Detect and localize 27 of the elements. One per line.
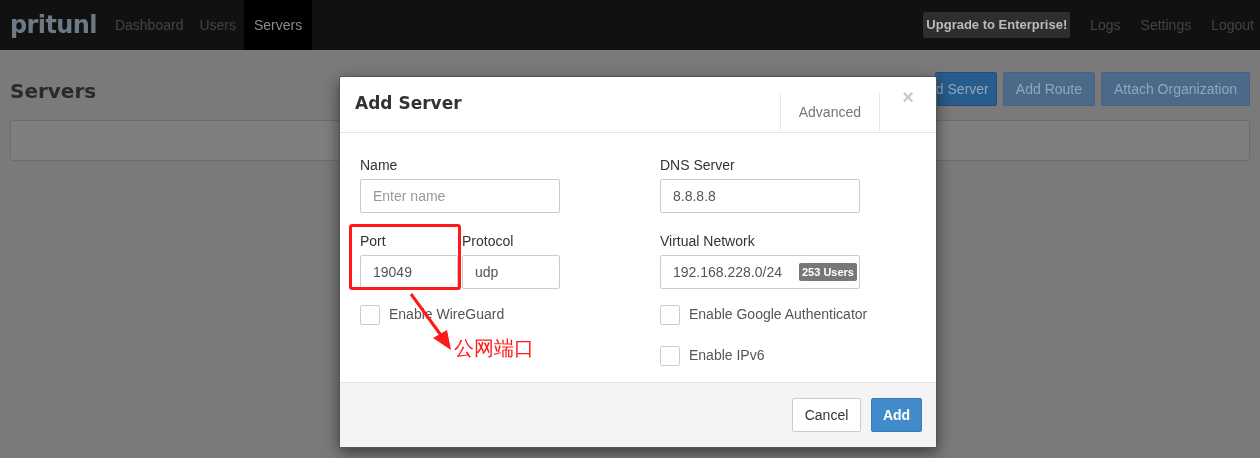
checkbox[interactable] — [360, 304, 380, 325]
virtual-network-input[interactable]: 192.168.228.0/24 253 Users — [660, 255, 860, 289]
logo[interactable]: pritunl — [0, 0, 107, 50]
dialog-button[interactable]: Cancel — [792, 398, 861, 432]
field-label: Name — [360, 156, 399, 175]
annotation-text: 公网端口 — [454, 338, 534, 358]
nav-link[interactable]: Servers — [244, 0, 313, 50]
advanced-tab[interactable]: Advanced — [779, 93, 880, 131]
name-input[interactable]: Enter name — [360, 179, 560, 213]
field-label: Protocol — [462, 232, 515, 251]
dialog-button[interactable]: Add — [871, 398, 922, 432]
toolbar-button[interactable]: Attach Organization — [1101, 72, 1250, 106]
checkbox[interactable] — [660, 304, 680, 325]
protocol-input[interactable]: udp — [462, 255, 560, 289]
dialog-title: Add Server — [355, 91, 462, 115]
users-badge: 253 Users — [799, 262, 857, 282]
field-label: DNS Server — [660, 156, 736, 175]
port-input[interactable]: 19049 — [360, 255, 458, 289]
checkbox[interactable] — [660, 345, 680, 366]
checkbox-label: Enable Google Authenticator — [689, 305, 868, 324]
field-label: Virtual Network — [660, 232, 756, 251]
upgrade-badge[interactable]: Upgrade to Enterprise! — [923, 12, 1071, 38]
page-title: Servers — [10, 78, 97, 105]
dns-input[interactable]: 8.8.8.8 — [660, 179, 860, 213]
toolbar-button[interactable]: Add Route — [1002, 72, 1096, 106]
checkbox-label: Enable IPv6 — [689, 346, 765, 365]
field-label: Port — [360, 232, 387, 251]
